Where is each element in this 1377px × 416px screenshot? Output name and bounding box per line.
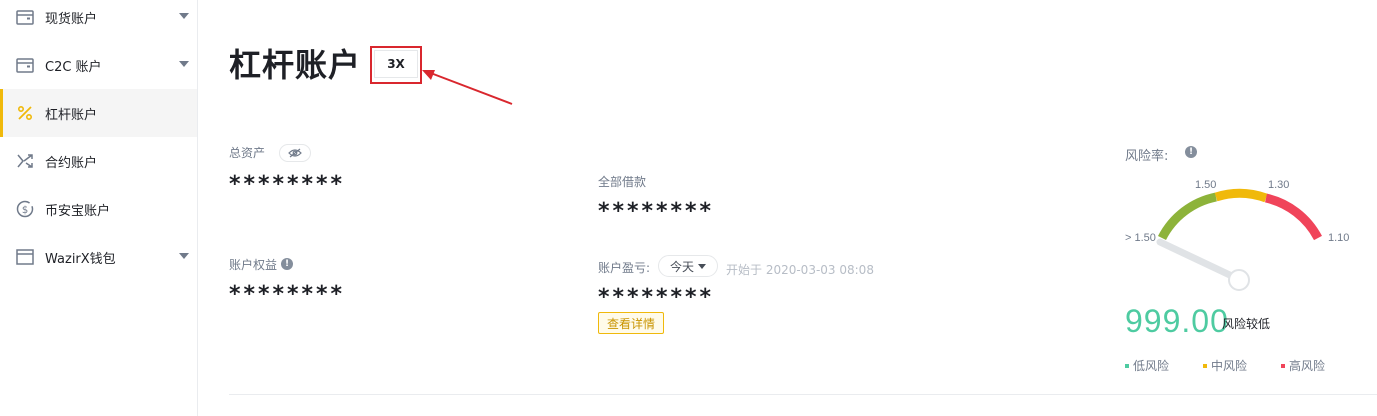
sidebar-item-margin[interactable]: 杠杆账户: [0, 89, 197, 137]
annotation-arrow-icon: [422, 70, 513, 105]
total-borrowed-value: ********: [598, 199, 715, 224]
chevron-down-icon: [179, 253, 189, 259]
wallet-icon: [16, 10, 34, 25]
gauge-pivot: [1228, 269, 1250, 291]
percent-icon: [17, 105, 33, 121]
coin-icon: $: [16, 200, 34, 218]
equity-label: 账户权益: [229, 258, 278, 272]
risk-gauge: > 1.50 1.50 1.30 1.10: [1125, 179, 1349, 291]
total-borrowed-label: 全部借款: [598, 175, 647, 189]
sidebar-item-label: C2C 账户: [45, 59, 102, 75]
chevron-down-icon: [179, 61, 189, 67]
page-title: 杠杆账户: [229, 46, 362, 84]
gauge-label-left: > 1.50: [1125, 232, 1156, 244]
risk-ratio-value: 999.00: [1125, 303, 1229, 339]
svg-text:$: $: [22, 205, 28, 216]
gauge-needle: [1156, 238, 1238, 281]
sidebar-item-label: 现货账户: [45, 11, 98, 27]
chevron-down-icon: [179, 13, 189, 19]
pnl-value: ********: [598, 285, 715, 310]
chevron-down-icon: [698, 263, 706, 269]
wallet-icon: [16, 58, 34, 73]
gauge-label-t1: 1.50: [1195, 179, 1216, 191]
legend-dot: [1281, 363, 1285, 368]
total-assets-label: 总资产: [229, 146, 266, 160]
gauge-label-right: 1.10: [1328, 232, 1349, 244]
sidebar-item-spot[interactable]: 现货账户: [0, 0, 197, 41]
legend-dot: [1203, 363, 1207, 368]
gauge-label-t2: 1.30: [1268, 179, 1289, 191]
info-icon[interactable]: !: [281, 258, 293, 270]
legend-dot: [1125, 363, 1129, 368]
equity-value: ********: [229, 282, 346, 307]
gauge-arc-mid: [1214, 188, 1268, 203]
pnl-label: 账户盈亏:: [598, 261, 651, 275]
gauge-arc-high: [1264, 193, 1322, 241]
pnl-period-value: 今天: [669, 259, 694, 274]
view-details-button[interactable]: 查看详情: [598, 312, 664, 334]
sidebar-item-savings[interactable]: $ 币安宝账户: [0, 185, 197, 233]
info-icon[interactable]: !: [1185, 146, 1197, 158]
pnl-start-time: 开始于 2020-03-03 08:08: [726, 263, 874, 277]
window-icon: [16, 249, 34, 265]
annotation-highlight-box: [370, 46, 422, 84]
gauge-arc-low: [1157, 192, 1218, 241]
risk-ratio-label: 风险率:: [1125, 149, 1169, 164]
legend-low: 低风险: [1125, 357, 1169, 374]
sidebar-item-c2c[interactable]: C2C 账户: [0, 41, 197, 89]
legend-mid: 中风险: [1203, 357, 1247, 374]
sidebar: 现货账户 C2C 账户 杠杆账户 合约账户 $ 币安宝账户 WazirX钱包: [0, 0, 198, 416]
sidebar-item-label: 杠杆账户: [45, 107, 98, 123]
legend-high: 高风险: [1281, 357, 1325, 374]
futures-icon: [17, 154, 33, 168]
sidebar-item-label: 合约账户: [45, 155, 98, 171]
legend-label: 高风险: [1289, 359, 1326, 373]
hide-balance-toggle[interactable]: [279, 144, 311, 162]
pnl-period-select[interactable]: 今天: [658, 255, 718, 277]
section-divider: [229, 394, 1377, 395]
legend-label: 中风险: [1211, 359, 1248, 373]
sidebar-item-wazirx[interactable]: WazirX钱包: [0, 233, 197, 281]
sidebar-item-futures[interactable]: 合约账户: [0, 137, 197, 185]
sidebar-item-label: 币安宝账户: [45, 203, 111, 219]
total-assets-value: ********: [229, 172, 346, 197]
sidebar-item-label: WazirX钱包: [45, 251, 116, 267]
legend-label: 低风险: [1133, 359, 1170, 373]
eye-off-icon: [288, 148, 302, 158]
risk-level-text: 风险较低: [1222, 317, 1271, 331]
